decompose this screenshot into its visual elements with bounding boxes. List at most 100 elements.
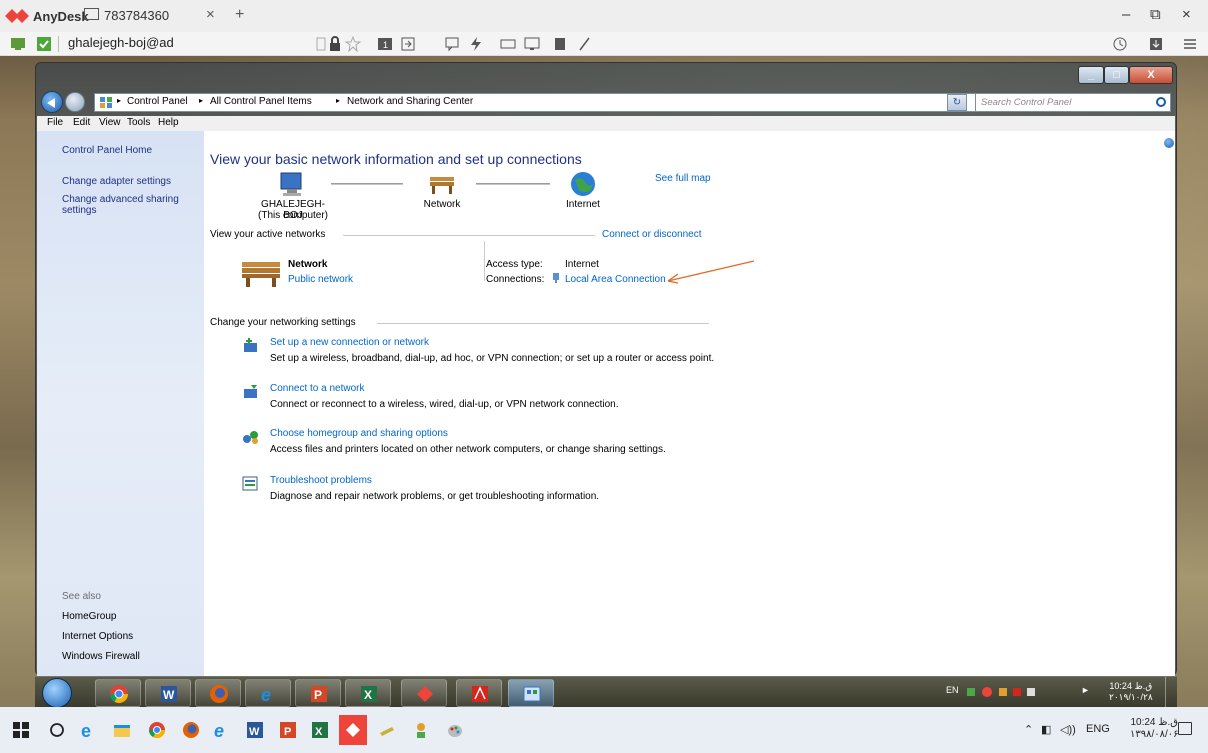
taskbar-chrome-button[interactable] <box>95 679 141 707</box>
powerpoint-icon[interactable]: P <box>279 721 297 739</box>
lock-icon[interactable] <box>327 36 343 52</box>
menu-view[interactable]: View <box>99 117 121 128</box>
chrome-icon[interactable] <box>148 721 166 739</box>
menu-edit[interactable]: Edit <box>73 117 90 128</box>
verified-icon[interactable] <box>36 36 52 52</box>
help-icon[interactable] <box>1164 138 1174 148</box>
back-button[interactable] <box>41 91 63 113</box>
svg-text:e: e <box>261 685 271 704</box>
windows-start-icon[interactable] <box>12 721 30 739</box>
win7-tray-icons[interactable] <box>967 686 1037 698</box>
task-homegroup-link[interactable]: Choose homegroup and sharing options <box>270 428 448 439</box>
taskbar-word-button[interactable]: W <box>145 679 191 707</box>
volume-tray-icon[interactable]: ◁)) <box>1060 723 1076 736</box>
taskbar-acrobat-button[interactable] <box>456 679 502 707</box>
anydesk-active-icon[interactable] <box>339 715 367 745</box>
show-hidden-icons-button[interactable]: ⌃ <box>1024 723 1033 736</box>
excel-icon[interactable]: X <box>311 721 329 739</box>
taskbar-excel-button[interactable]: X <box>345 679 391 707</box>
menu-file[interactable]: File <box>47 117 63 128</box>
pen-tool-icon[interactable] <box>378 721 396 739</box>
history-icon[interactable] <box>1112 36 1128 52</box>
see-also-internet-options[interactable]: Internet Options <box>62 631 133 642</box>
hamburger-menu-icon[interactable] <box>1182 36 1198 52</box>
sidebar-link-advanced-sharing[interactable]: Change advanced sharing settings <box>62 194 192 216</box>
breadcrumb-control-panel[interactable]: Control Panel <box>127 96 188 107</box>
taskbar-ie-button[interactable]: e <box>245 679 291 707</box>
internet-explorer-icon[interactable]: e <box>214 721 232 739</box>
search-input[interactable]: Search Control Panel <box>975 93 1171 112</box>
task-troubleshoot-link[interactable]: Troubleshoot problems <box>270 475 372 486</box>
desktop-connect-icon[interactable] <box>10 36 26 52</box>
search-icon[interactable] <box>1156 97 1166 107</box>
pen-icon[interactable] <box>577 36 593 52</box>
win7-language-indicator[interactable]: EN <box>946 685 959 695</box>
svg-text:X: X <box>364 688 372 702</box>
see-full-map-link[interactable]: See full map <box>655 173 711 184</box>
keyboard-icon[interactable] <box>500 36 516 52</box>
breadcrumb-separator: ▸ <box>336 96 341 105</box>
network-tray-icon[interactable]: ◧ <box>1041 723 1051 736</box>
paint-icon[interactable] <box>446 721 464 739</box>
active-network-type-link[interactable]: Public network <box>288 274 353 285</box>
menu-tools[interactable]: Tools <box>127 117 150 128</box>
win7-show-desktop[interactable] <box>1165 677 1177 709</box>
globe-icon <box>571 172 595 196</box>
win10-language-indicator[interactable]: ENG <box>1086 723 1110 735</box>
chat-icon[interactable] <box>444 36 460 52</box>
win7-maximize-button[interactable]: □ <box>1104 66 1129 84</box>
window-maximize-button[interactable]: ⧉ <box>1150 6 1161 23</box>
win7-close-button[interactable]: X <box>1129 66 1173 84</box>
action-center-icon[interactable] <box>1178 722 1192 735</box>
address-bar[interactable]: ▸ Control Panel ▸ All Control Panel Item… <box>94 93 982 112</box>
win7-date: ۲۰۱۹/۱۰/۲۸ <box>1109 692 1153 702</box>
permissions-icon[interactable] <box>552 36 568 52</box>
word-icon[interactable]: W <box>246 721 264 739</box>
actions-lightning-icon[interactable] <box>468 36 484 52</box>
search-circle-icon[interactable] <box>48 721 66 739</box>
win7-minimize-button[interactable]: _ <box>1078 66 1104 84</box>
switch-sides-icon[interactable] <box>400 36 416 52</box>
taskbar-firefox-button[interactable] <box>195 679 241 707</box>
task-connect-network-link[interactable]: Connect to a network <box>270 383 365 394</box>
volume-icon[interactable]: ► <box>1081 685 1090 695</box>
refresh-button[interactable]: ↻ <box>947 94 967 111</box>
taskbar-control-panel-button[interactable] <box>508 679 554 707</box>
sidebar-link-control-panel-home[interactable]: Control Panel Home <box>62 145 152 156</box>
session-tab-label: 783784360 <box>104 8 170 23</box>
breadcrumb-network-sharing[interactable]: Network and Sharing Center <box>347 96 473 107</box>
user-pin-icon[interactable] <box>412 721 430 739</box>
menu-help[interactable]: Help <box>158 117 179 128</box>
task-new-connection-link[interactable]: Set up a new connection or network <box>270 337 429 348</box>
see-also-windows-firewall[interactable]: Windows Firewall <box>62 651 140 662</box>
breadcrumb-separator: ▸ <box>117 96 122 105</box>
download-icon[interactable] <box>1148 36 1164 52</box>
monitor-select-icon[interactable]: 1 <box>377 36 393 52</box>
session-tab[interactable]: 783784360 × <box>84 4 240 28</box>
connect-or-disconnect-link[interactable]: Connect or disconnect <box>602 229 702 240</box>
taskbar-powerpoint-button[interactable]: P <box>295 679 341 707</box>
star-icon[interactable] <box>345 36 361 52</box>
window-close-button[interactable]: × <box>1182 6 1191 23</box>
sidebar-link-adapter-settings[interactable]: Change adapter settings <box>62 176 171 187</box>
acrobat-icon <box>472 686 488 702</box>
win7-start-button[interactable] <box>42 678 72 708</box>
address-dropdown-icon[interactable]: ▼ <box>931 95 940 105</box>
new-tab-button[interactable]: + <box>235 6 244 24</box>
window-minimize-button[interactable]: – <box>1122 6 1130 23</box>
win7-clock[interactable]: 10:24 ق.ظ ۲۰۱۹/۱۰/۲۸ <box>1109 681 1153 703</box>
taskbar-anydesk-button[interactable] <box>401 679 447 707</box>
display-icon[interactable] <box>524 36 540 52</box>
firefox-icon[interactable] <box>182 721 200 739</box>
forward-button[interactable] <box>65 92 85 112</box>
breadcrumb-all-items[interactable]: All Control Panel Items <box>210 96 312 107</box>
local-area-connection-link[interactable]: Local Area Connection <box>565 274 666 285</box>
task-sidebar: Control Panel Home Change adapter settin… <box>37 131 204 676</box>
tab-close-button[interactable]: × <box>206 6 215 23</box>
file-explorer-icon[interactable] <box>113 721 131 739</box>
section-divider <box>343 235 595 236</box>
see-also-homegroup[interactable]: HomeGroup <box>62 611 116 622</box>
win10-clock[interactable]: 10:24 ق.ظ ۱۳۹۸/۰۸/۰۶ <box>1130 717 1179 741</box>
edge-icon[interactable]: e <box>81 721 99 739</box>
change-settings-header: Change your networking settings <box>210 317 356 328</box>
